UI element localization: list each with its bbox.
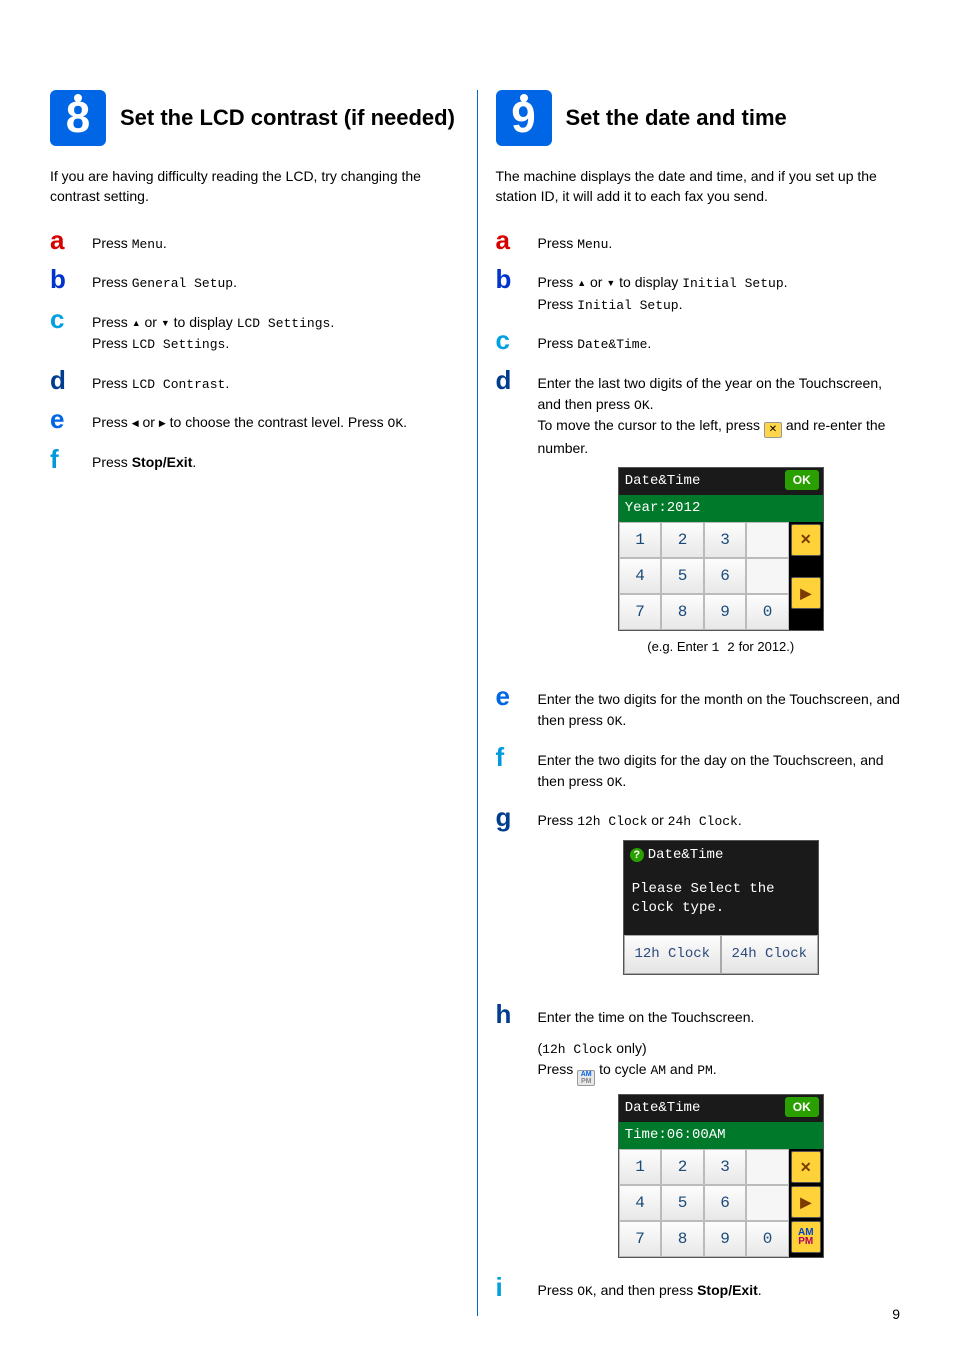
ok-button[interactable]: OK — [785, 470, 819, 490]
right-column: 9 Set the date and time The machine disp… — [496, 90, 905, 1316]
lcd-time-field: Time:06:00AM — [619, 1122, 823, 1149]
section-8-header: 8 Set the LCD contrast (if needed) — [50, 90, 459, 146]
key-8[interactable]: 8 — [661, 1221, 704, 1257]
keypad: 1 2 3 4 5 6 — [619, 522, 789, 630]
key-6[interactable]: 6 — [704, 1185, 747, 1221]
left-column: 8 Set the LCD contrast (if needed) If yo… — [50, 90, 459, 1316]
btn-24h-clock[interactable]: 24h Clock — [721, 935, 818, 974]
section-8-title: Set the LCD contrast (if needed) — [120, 105, 455, 131]
step-b: b Press General Setup. — [50, 268, 459, 294]
step-f: f Enter the two digits for the day on th… — [496, 746, 905, 793]
step-g: g Press 12h Clock or 24h Clock. ? Date&T… — [496, 806, 905, 989]
close-icon[interactable]: ✕ — [791, 1151, 821, 1183]
step-e: e Press or to choose the contrast level.… — [50, 408, 459, 434]
key-3[interactable]: 3 — [704, 522, 747, 558]
step-c: c Press Date&Time. — [496, 329, 905, 355]
column-divider — [477, 90, 478, 1316]
step-c: c Press or to display LCD Settings. Pres… — [50, 308, 459, 355]
lcd-time-entry: Date&Time OK Time:06:00AM 1 2 3 — [618, 1094, 824, 1258]
key-1[interactable]: 1 — [619, 522, 662, 558]
lcd-clock-type-msg: Please Select the clock type. — [624, 870, 818, 935]
key-0[interactable]: 0 — [746, 1221, 789, 1257]
close-icon[interactable]: ✕ — [791, 524, 821, 556]
down-arrow-icon — [161, 314, 170, 330]
key-5[interactable]: 5 — [661, 1185, 704, 1221]
lcd1-caption: (e.g. Enter 1 2 for 2012.) — [538, 637, 905, 658]
lcd-clock-type: ? Date&Time Please Select the clock type… — [623, 840, 819, 975]
next-icon[interactable]: ▶ — [791, 1186, 821, 1218]
lcd-year-field: Year:2012 — [619, 495, 823, 522]
step-a: a Press Menu. — [496, 229, 905, 255]
ok-button[interactable]: OK — [785, 1097, 819, 1117]
section-9-title: Set the date and time — [566, 105, 787, 131]
page-number: 9 — [892, 1306, 900, 1322]
down-arrow-icon — [606, 274, 615, 290]
key-4[interactable]: 4 — [619, 1185, 662, 1221]
step-d: d Press LCD Contrast. — [50, 369, 459, 395]
step-e: e Enter the two digits for the month on … — [496, 685, 905, 732]
key-7[interactable]: 7 — [619, 1221, 662, 1257]
cursor-left-icon: ✕ — [764, 422, 782, 438]
right-arrow-icon — [159, 414, 166, 430]
help-icon: ? — [630, 848, 644, 862]
key-4[interactable]: 4 — [619, 558, 662, 594]
key-3[interactable]: 3 — [704, 1149, 747, 1185]
section-8-intro: If you are having difficulty reading the… — [50, 166, 459, 207]
key-0[interactable]: 0 — [746, 594, 789, 630]
step-h: h Enter the time on the Touchscreen. (12… — [496, 1003, 905, 1263]
btn-12h-clock[interactable]: 12h Clock — [624, 935, 721, 974]
key-6[interactable]: 6 — [704, 558, 747, 594]
lcd-year-entry: Date&Time OK Year:2012 1 2 3 — [618, 467, 824, 631]
section-9-header: 9 Set the date and time — [496, 90, 905, 146]
step-d: d Enter the last two digits of the year … — [496, 369, 905, 672]
ampm-toggle-icon: AMPM — [577, 1070, 595, 1086]
next-icon[interactable]: ▶ — [791, 577, 821, 609]
left-arrow-icon — [132, 414, 139, 430]
key-5[interactable]: 5 — [661, 558, 704, 594]
section-9-intro: The machine displays the date and time, … — [496, 166, 905, 207]
up-arrow-icon — [577, 274, 586, 290]
key-9[interactable]: 9 — [704, 1221, 747, 1257]
section-8-steps: a Press Menu. b Press General Setup. c P… — [50, 229, 459, 473]
step-b: b Press or to display Initial Setup. Pre… — [496, 268, 905, 315]
step-a: a Press Menu. — [50, 229, 459, 255]
step-i: i Press OK, and then press Stop/Exit. — [496, 1276, 905, 1302]
key-9[interactable]: 9 — [704, 594, 747, 630]
key-2[interactable]: 2 — [661, 1149, 704, 1185]
key-8[interactable]: 8 — [661, 594, 704, 630]
keypad: 1 2 3 4 5 6 — [619, 1149, 789, 1257]
ampm-button[interactable]: AMPM — [791, 1221, 821, 1253]
badge-9: 9 — [496, 90, 552, 146]
section-9-steps: a Press Menu. b Press or to display Init… — [496, 229, 905, 1302]
key-1[interactable]: 1 — [619, 1149, 662, 1185]
key-7[interactable]: 7 — [619, 594, 662, 630]
up-arrow-icon — [132, 314, 141, 330]
key-2[interactable]: 2 — [661, 522, 704, 558]
step-f: f Press Stop/Exit. — [50, 448, 459, 473]
badge-8: 8 — [50, 90, 106, 146]
